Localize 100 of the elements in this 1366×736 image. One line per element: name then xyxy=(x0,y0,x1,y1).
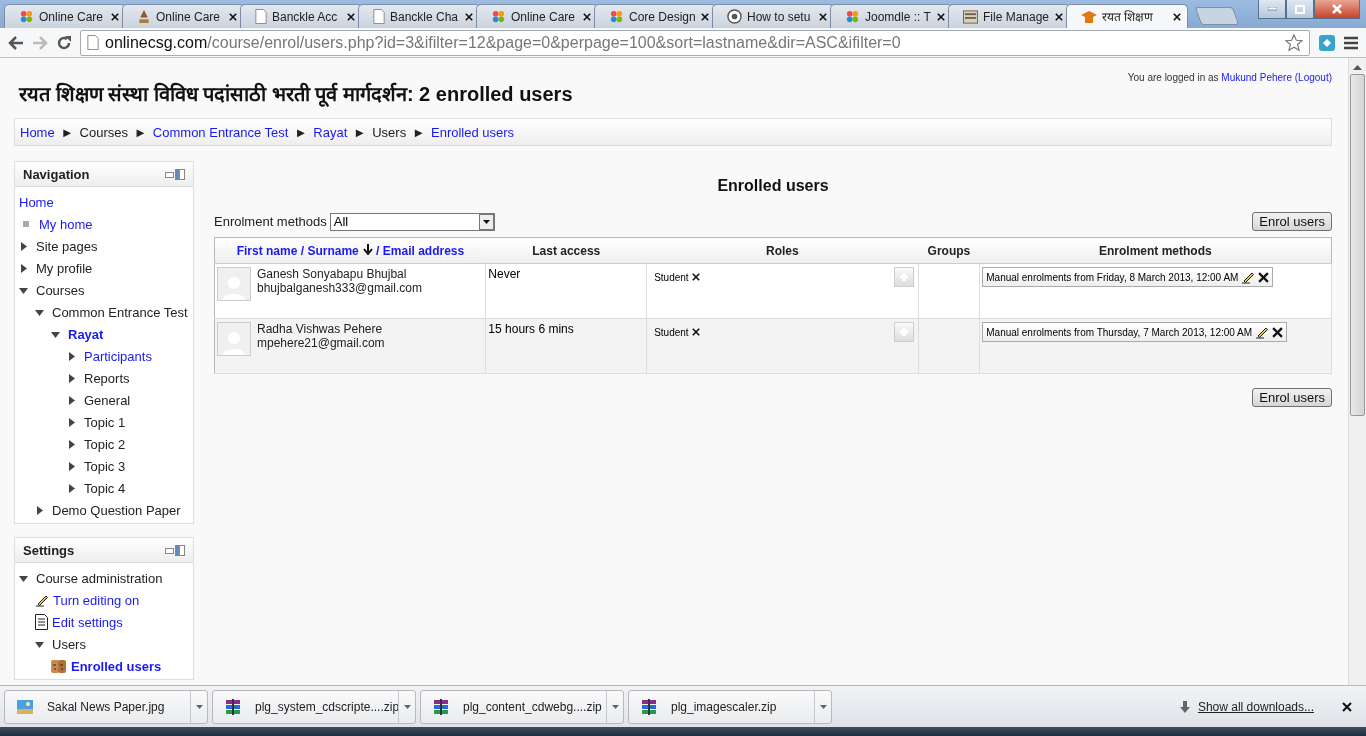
caret-icon[interactable] xyxy=(67,461,76,471)
caret-icon[interactable] xyxy=(51,329,60,339)
document-icon xyxy=(35,614,48,630)
tree-item[interactable]: Users xyxy=(52,636,86,652)
tree-item[interactable]: Courses xyxy=(36,282,85,298)
download-item[interactable]: plg_imagescaler.zip xyxy=(628,689,832,724)
enrolment-filter-select[interactable]: All xyxy=(329,212,495,231)
tree-item[interactable]: My home xyxy=(39,216,93,232)
browser-tab[interactable]: रयत शिक्षण xyxy=(1066,4,1188,28)
close-icon[interactable] xyxy=(347,12,355,21)
caret-icon[interactable] xyxy=(819,704,827,709)
pencil-icon xyxy=(1241,270,1256,284)
unenrol-icon[interactable] xyxy=(1258,271,1270,283)
menu-icon[interactable] xyxy=(1344,35,1358,50)
scrollbar-thumb[interactable] xyxy=(1350,74,1365,416)
close-window-button[interactable] xyxy=(1314,0,1360,19)
caret-icon[interactable] xyxy=(67,417,76,427)
show-all-downloads-link[interactable]: Show all downloads... xyxy=(1197,699,1314,714)
section-title: Enrolled users xyxy=(716,177,830,195)
column-header: Last access xyxy=(532,243,601,258)
tree-item[interactable]: Common Entrance Test xyxy=(52,304,188,320)
archive-icon xyxy=(433,698,449,715)
close-icon[interactable] xyxy=(1342,701,1352,712)
tree-item[interactable]: Enrolled users xyxy=(71,658,162,674)
sort-link[interactable]: First name xyxy=(236,243,298,258)
breadcrumb-link[interactable]: Common Entrance Test xyxy=(152,124,289,140)
tree-item[interactable]: Course administration xyxy=(36,570,163,586)
remove-role-icon[interactable] xyxy=(691,273,700,281)
download-item[interactable]: plg_content_cdwebg....zip xyxy=(420,689,624,724)
close-icon[interactable] xyxy=(229,12,237,21)
caret-icon[interactable] xyxy=(403,704,411,709)
plus-icon xyxy=(898,327,909,337)
download-item[interactable]: plg_system_cdscripte....zip xyxy=(212,689,416,724)
tree-item[interactable]: General xyxy=(84,392,131,408)
dropdown-icon[interactable] xyxy=(478,213,494,230)
tree-item[interactable]: Rayat xyxy=(68,326,104,342)
maximize-button[interactable] xyxy=(1286,0,1314,19)
minimize-button[interactable] xyxy=(1258,0,1286,19)
tree-item[interactable]: Topic 4 xyxy=(84,480,126,496)
tree-item[interactable]: Edit settings xyxy=(52,614,123,630)
enrolment-text: Manual enrolments from Thursday, 7 March 2013, 12:00 AM xyxy=(986,326,1253,338)
user-email: mpehere21@gmail.com xyxy=(257,336,385,350)
caret-icon[interactable] xyxy=(19,573,28,583)
scroll-up-icon[interactable] xyxy=(1353,64,1362,70)
tree-item[interactable]: Site pages xyxy=(36,238,98,254)
tree-item[interactable]: Demo Question Paper xyxy=(52,502,181,518)
caret-icon[interactable] xyxy=(67,439,76,449)
address-field[interactable]: onlinecsg.com/course/enrol/users.php?id=3&ifilter=12&page=0&perpage=100&sort=lastname&dir=ASC&ifilter=0 xyxy=(80,29,1310,56)
tree-item[interactable]: Home xyxy=(19,194,54,210)
enrol-users-button[interactable]: Enrol users xyxy=(1252,388,1332,407)
caret-icon[interactable] xyxy=(67,351,76,361)
role-label: Student xyxy=(654,271,689,283)
sort-link[interactable]: Surname xyxy=(307,243,359,258)
breadcrumb-link[interactable]: Rayat xyxy=(313,124,348,140)
dock-icon[interactable] xyxy=(165,544,185,556)
tree-item[interactable]: Turn editing on xyxy=(53,592,140,608)
dock-icon[interactable] xyxy=(165,168,185,180)
close-icon[interactable] xyxy=(701,12,709,21)
caret-icon[interactable] xyxy=(67,395,76,405)
sort-link[interactable]: Email address xyxy=(382,243,465,258)
unenrol-icon[interactable] xyxy=(1272,326,1284,338)
tree-item[interactable]: Topic 3 xyxy=(84,458,126,474)
close-icon[interactable] xyxy=(465,12,473,21)
star-icon[interactable] xyxy=(1285,33,1303,52)
close-icon[interactable] xyxy=(111,12,119,21)
close-icon[interactable] xyxy=(819,12,827,21)
extension-icon[interactable] xyxy=(1318,33,1336,52)
tree-item[interactable]: Topic 2 xyxy=(84,436,126,452)
caret-icon[interactable] xyxy=(35,505,44,515)
breadcrumb-link[interactable]: Home xyxy=(20,124,55,140)
remove-role-icon[interactable] xyxy=(691,328,700,336)
close-icon[interactable] xyxy=(1173,12,1181,21)
reload-icon[interactable] xyxy=(56,34,72,51)
tree-item[interactable]: Reports xyxy=(84,370,130,386)
breadcrumb-link[interactable]: Enrolled users xyxy=(431,124,515,140)
close-icon[interactable] xyxy=(937,12,945,21)
caret-icon[interactable] xyxy=(67,483,76,493)
close-icon[interactable] xyxy=(583,12,591,21)
caret-icon[interactable] xyxy=(611,704,619,709)
pencil-icon xyxy=(1255,325,1270,339)
scrollbar[interactable] xyxy=(1348,58,1366,685)
caret-icon[interactable] xyxy=(67,373,76,383)
caret-icon[interactable] xyxy=(19,285,28,295)
column-header: Enrolment methods xyxy=(1099,243,1212,258)
logout-link[interactable]: (Logout) xyxy=(1294,72,1332,83)
tree-item[interactable]: My profile xyxy=(36,260,93,276)
tree-item[interactable]: Topic 1 xyxy=(84,414,126,430)
caret-icon[interactable] xyxy=(19,263,28,273)
download-item[interactable]: Sakal News Paper.jpg xyxy=(4,689,208,724)
caret-icon[interactable] xyxy=(35,639,44,649)
caret-icon[interactable] xyxy=(19,241,28,251)
back-icon[interactable] xyxy=(8,35,24,50)
caret-icon[interactable] xyxy=(195,704,203,709)
last-access: 15 hours 6 mins xyxy=(488,322,574,336)
enrol-users-button[interactable]: Enrol users xyxy=(1252,212,1332,231)
tree-item[interactable]: Participants xyxy=(84,348,152,364)
user-link[interactable]: Mukund Pehere xyxy=(1221,72,1292,83)
flower-logo-icon xyxy=(845,9,860,24)
caret-icon[interactable] xyxy=(35,307,44,317)
close-icon[interactable] xyxy=(1055,12,1063,21)
